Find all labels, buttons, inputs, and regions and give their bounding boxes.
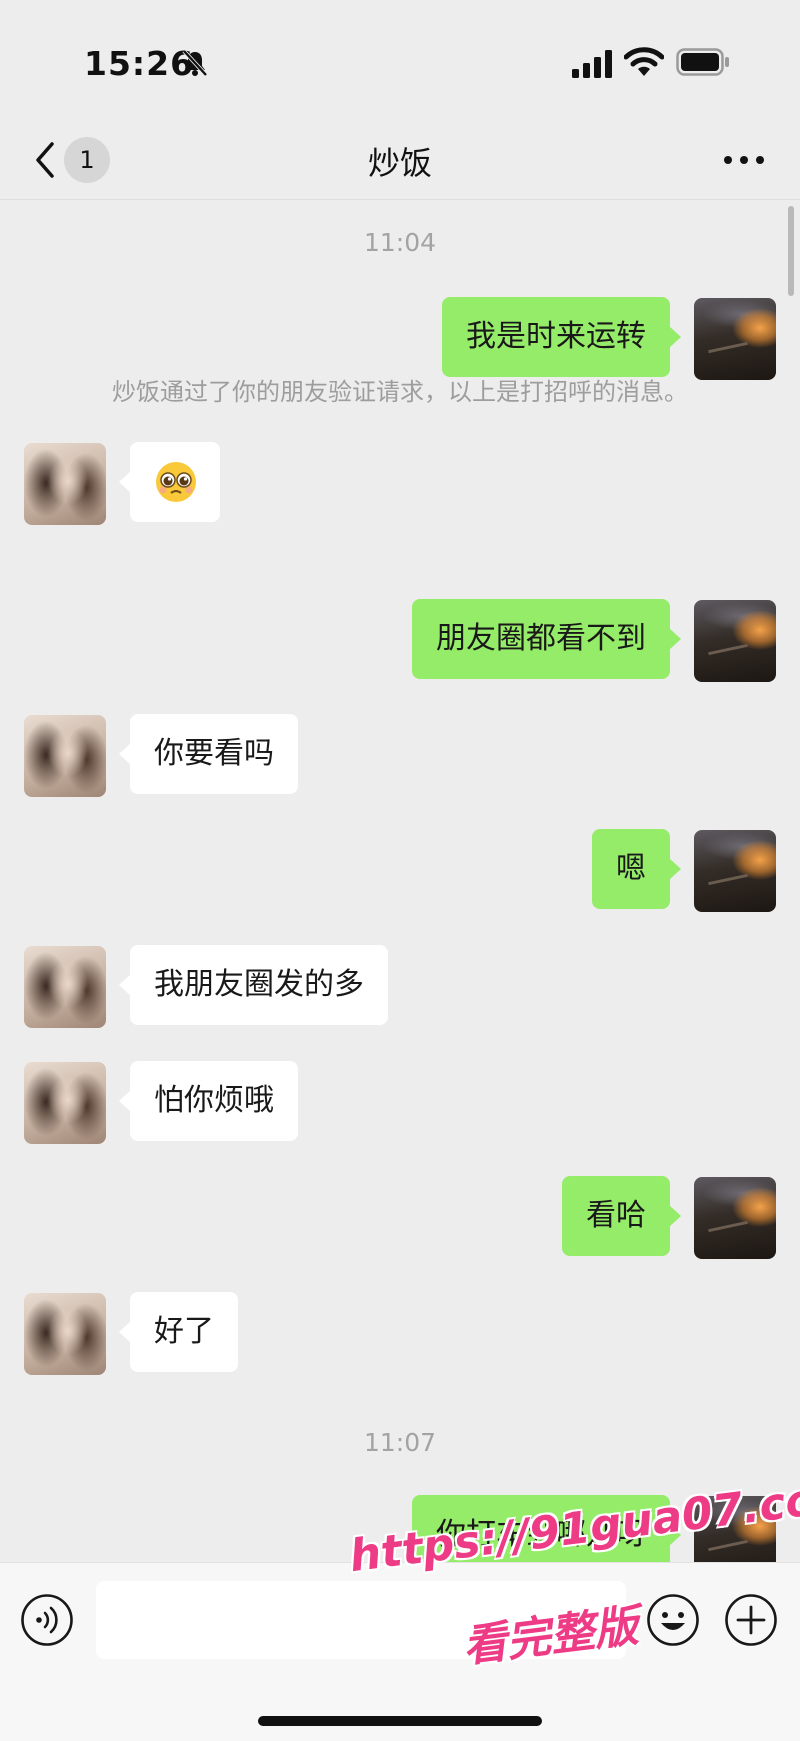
message-bubble-self[interactable]: 看哈	[562, 1176, 681, 1256]
pleading-face-emoji	[156, 462, 196, 502]
message-bubble-self[interactable]: 嗯	[592, 829, 681, 909]
message-bubble-other[interactable]: 好了	[119, 1292, 238, 1372]
contact-avatar[interactable]	[24, 946, 106, 1028]
contact-avatar[interactable]	[24, 715, 106, 797]
battery-icon	[676, 48, 729, 76]
self-avatar[interactable]	[694, 298, 776, 380]
message-bubble-other[interactable]: 怕你烦哦	[119, 1061, 298, 1141]
input-bar	[0, 1562, 800, 1741]
message-bubble-other[interactable]	[119, 442, 220, 522]
more-dots-icon[interactable]	[722, 150, 766, 170]
contact-avatar[interactable]	[24, 443, 106, 525]
message-bubble-self[interactable]: 朋友圈都看不到	[412, 599, 681, 679]
emoji-icon[interactable]	[646, 1593, 700, 1647]
wifi-icon	[624, 47, 664, 76]
contact-avatar[interactable]	[24, 1062, 106, 1144]
status-time: 15:26	[84, 44, 195, 83]
self-avatar[interactable]	[694, 830, 776, 912]
bell-muted-icon	[182, 49, 208, 77]
chat-title: 炒饭	[367, 144, 432, 182]
message-timestamp: 11:04	[363, 228, 437, 257]
self-avatar[interactable]	[694, 600, 776, 682]
voice-icon[interactable]	[20, 1593, 74, 1647]
system-message: 炒饭通过了你的朋友验证请求，以上是打招呼的消息。	[112, 378, 688, 406]
cellular-signal-icon	[572, 50, 612, 78]
message-bubble-self[interactable]: 我是时来运转	[442, 297, 681, 377]
plus-circle-icon[interactable]	[724, 1593, 778, 1647]
chat-header: 1 炒饭	[0, 120, 800, 200]
contact-avatar[interactable]	[24, 1293, 106, 1375]
message-list[interactable]: 11:04 我是时来运转 炒饭通过了你的朋友验证请求，以上是打招呼的消息。 朋友…	[0, 200, 800, 1562]
status-bar: 15:26	[0, 0, 800, 120]
message-bubble-other[interactable]: 你要看吗	[119, 714, 298, 794]
self-avatar[interactable]	[694, 1177, 776, 1259]
message-bubble-other[interactable]: 我朋友圈发的多	[119, 945, 388, 1025]
home-indicator[interactable]	[258, 1716, 542, 1726]
message-timestamp: 11:07	[363, 1428, 437, 1457]
